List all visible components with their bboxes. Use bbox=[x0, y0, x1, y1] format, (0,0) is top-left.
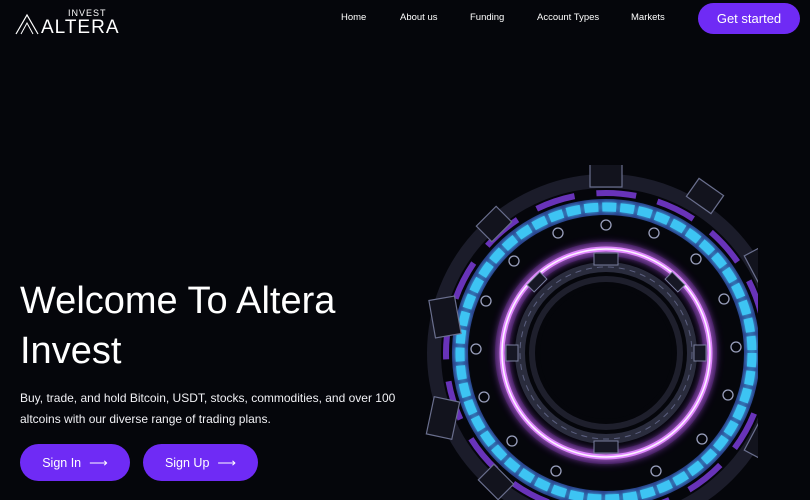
top-nav: INVEST ALTERA Home About us Funding Acco… bbox=[0, 0, 810, 38]
nav-funding[interactable]: Funding bbox=[470, 12, 504, 23]
nav-about-us[interactable]: About us bbox=[400, 12, 438, 23]
sign-up-label: Sign Up bbox=[164, 455, 210, 470]
arrow-right-icon: ⟶ bbox=[89, 454, 108, 470]
sign-in-label: Sign In bbox=[42, 455, 82, 470]
portal-ring-illustration bbox=[425, 165, 758, 500]
sign-up-button[interactable]: Sign Up ⟶ bbox=[143, 444, 258, 481]
arrow-right-icon: ⟶ bbox=[217, 454, 237, 470]
hero-title-line2: Invest bbox=[20, 330, 122, 372]
nav-markets[interactable]: Markets bbox=[631, 12, 665, 23]
hero-subtitle-line1: Buy, trade, and hold Bitcoin, USDT, stoc… bbox=[20, 391, 396, 405]
brand-name: ALTERA bbox=[41, 17, 120, 38]
nav-home[interactable]: Home bbox=[341, 12, 366, 23]
sign-in-button[interactable]: Sign In ⟶ bbox=[20, 444, 130, 481]
hero-subtitle: Buy, trade, and hold Bitcoin, USDT, stoc… bbox=[20, 388, 420, 430]
logo-triangle-icon bbox=[15, 13, 39, 35]
get-started-button[interactable]: Get started bbox=[698, 3, 800, 34]
hero-title: Welcome To Altera Invest bbox=[20, 276, 400, 376]
hero-title-line1: Welcome To Altera bbox=[20, 280, 336, 322]
hero-subtitle-line2: altcoins with our diverse range of tradi… bbox=[20, 412, 271, 426]
nav-account-types[interactable]: Account Types bbox=[537, 12, 599, 23]
brand-logo[interactable]: INVEST ALTERA bbox=[14, 8, 119, 38]
